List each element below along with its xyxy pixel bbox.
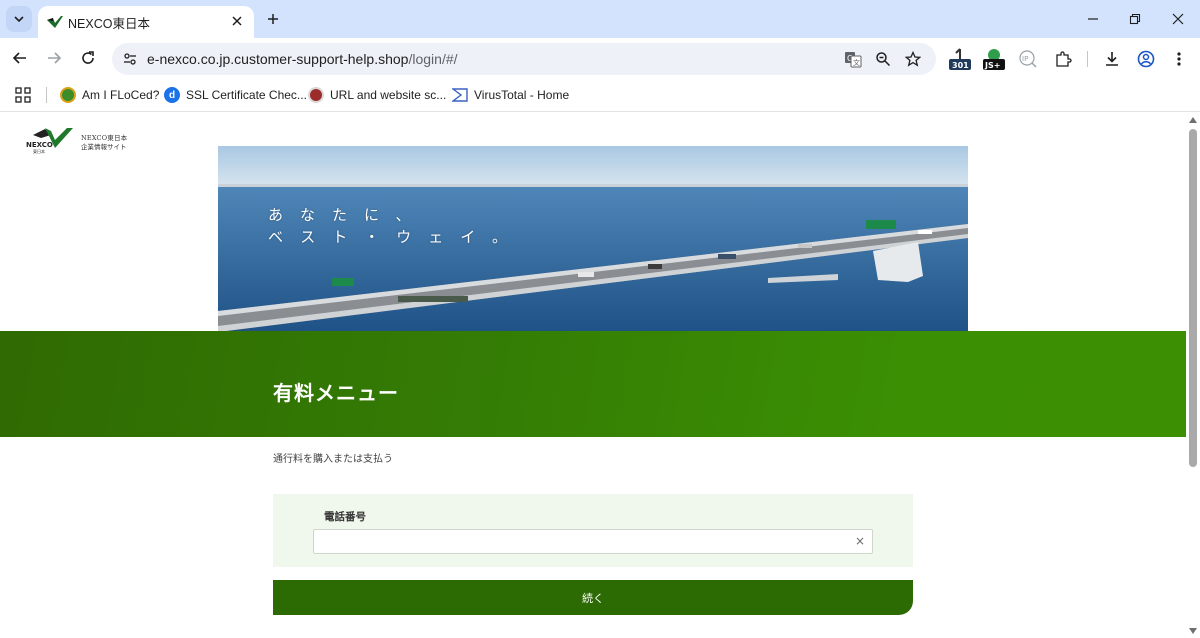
active-tab[interactable]: NEXCO東日本 [38,6,254,38]
hero-copy-line2: ベスト・ウェイ。 [268,228,525,246]
account-icon [1137,50,1155,68]
puzzle-icon [1056,51,1072,67]
phone-label: 電話番号 [324,511,366,523]
forward-button[interactable] [42,46,66,70]
arrow-right-icon [48,52,62,64]
js-badge: JS+ [984,61,1000,70]
logo-sub-brand: 東日本 [33,148,45,154]
bookmark-urlscan[interactable]: URL and website sc... [308,86,446,104]
tab-title: NEXCO東日本 [68,17,150,31]
tab-close-button[interactable] [228,12,246,30]
logo-text-site: 企業情報サイト [81,143,127,151]
page-scrollbar[interactable] [1186,113,1200,638]
js-extension-icon: JS+ [983,49,1005,70]
plus-icon [268,14,278,24]
logo-brand: NEXCO [26,141,53,149]
bookmark-label: URL and website sc... [330,88,447,102]
nexco-logo[interactable]: NEXCO 東日本 NEXCO東日本 企業情報サイト [25,126,135,154]
new-tab-button[interactable] [262,8,284,30]
tab-strip: NEXCO東日本 [0,0,1200,38]
back-button[interactable] [8,46,32,70]
bookmark-label: Am I FLoCed? [82,88,160,102]
phone-input[interactable] [313,529,873,554]
page-content: NEXCO 東日本 NEXCO東日本 企業情報サイト あなたに、 ベスト・ウェイ… [0,113,1186,638]
address-bar[interactable]: e-nexco.co.jp.customer-support-help.shop… [112,43,936,75]
extensions-button[interactable] [1051,47,1075,71]
restore-icon [1129,13,1141,25]
restore-button[interactable] [1123,8,1147,30]
clear-input-button[interactable]: × [853,533,867,549]
flock-icon [60,87,76,103]
bookmark-label: SSL Certificate Chec... [186,88,307,102]
virustotal-icon [452,88,468,102]
close-icon [232,16,242,26]
star-icon [905,51,921,67]
apps-button[interactable] [14,86,32,104]
redirect-extension[interactable]: 301 [948,47,972,71]
tab-search-button[interactable] [6,6,32,32]
hero-image: あなたに、 ベスト・ウェイ。 [218,146,968,332]
phone-form: 電話番号 × [273,494,913,567]
toolbar-divider [1087,51,1088,67]
tune-icon [124,53,136,65]
apps-grid-icon [15,87,31,103]
minimize-icon [1088,18,1098,20]
bookmark-ssl-checker[interactable]: d SSL Certificate Chec... [164,86,307,104]
translate-button[interactable]: G文 [843,49,863,69]
d-icon: d [164,87,180,103]
continue-button[interactable]: 続く [273,580,913,615]
site-info-button[interactable] [120,49,140,69]
scroll-thumb[interactable] [1189,129,1197,467]
menu-button[interactable] [1167,47,1191,71]
ip-lookup-icon: IP [1019,50,1037,68]
chevron-down-icon [14,16,24,23]
redirect-extension-icon: 301 [949,48,971,70]
reload-button[interactable] [76,46,100,70]
browser-toolbar: e-nexco.co.jp.customer-support-help.shop… [0,38,1200,78]
bookmark-label: VirusTotal - Home [474,88,570,102]
hero-copy-line1: あなたに、 [268,206,428,224]
js-extension[interactable]: JS+ [982,47,1006,71]
menu-banner: 有料メニュー [0,331,1186,437]
zoom-button[interactable] [873,49,893,69]
bookmarks-bar: Am I FLoCed? d SSL Certificate Chec... U… [0,78,1200,112]
url-host: e-nexco.co.jp.customer-support-help.shop [147,51,409,67]
ip-badge: IP [1022,55,1028,63]
bookmark-am-i-floced[interactable]: Am I FLoCed? [60,86,159,104]
scroll-up-arrow-icon[interactable] [1189,117,1197,123]
close-icon [1172,13,1184,25]
url-text: e-nexco.co.jp.customer-support-help.shop… [147,51,458,67]
scroll-down-arrow-icon[interactable] [1189,628,1197,634]
nexco-favicon-icon [47,16,63,28]
profile-button[interactable] [1134,47,1158,71]
downloads-button[interactable] [1100,47,1124,71]
svg-text:文: 文 [853,58,860,67]
reload-icon [82,51,94,64]
bookmarks-divider [46,87,47,103]
url-path: /login/#/ [408,51,458,67]
more-vert-icon [1177,52,1181,66]
arrow-left-icon [12,52,26,64]
zoom-icon [876,52,891,67]
ip-extension[interactable]: IP [1016,47,1040,71]
bookmark-star-button[interactable] [903,49,923,69]
nexco-logo-mark-icon: NEXCO 東日本 [26,128,73,154]
bookmark-virustotal[interactable]: VirusTotal - Home [452,86,569,104]
close-window-button[interactable] [1166,8,1190,30]
redirect-badge: 301 [952,61,969,70]
download-icon [1106,52,1118,66]
page-subtitle: 通行料を購入または支払う [273,454,393,465]
urlscan-icon [308,87,324,103]
page-title: 有料メニュー [273,381,399,405]
translate-icon: G文 [845,52,862,68]
minimize-button[interactable] [1081,8,1105,30]
